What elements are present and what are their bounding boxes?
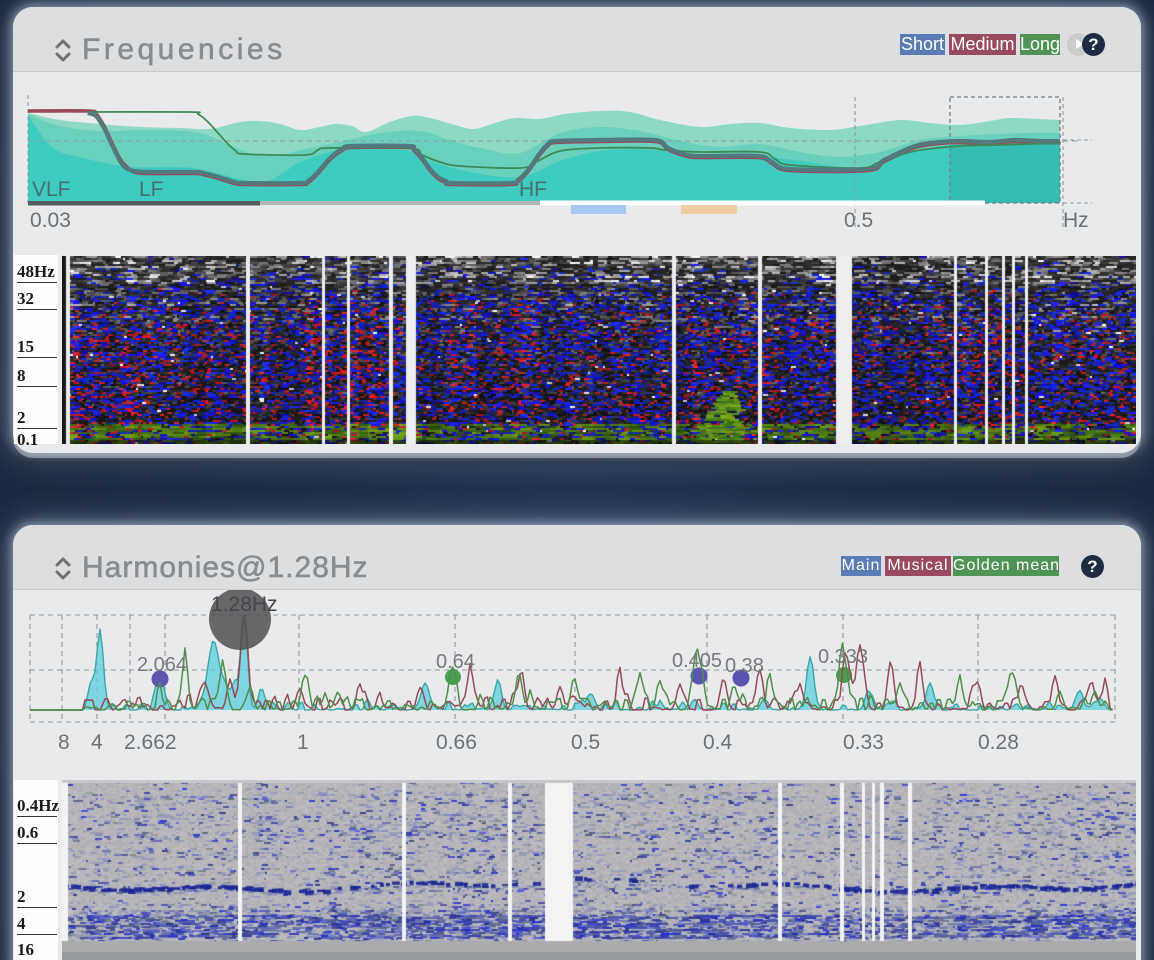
svg-text:2.662: 2.662 — [124, 731, 177, 754]
svg-text:0.5: 0.5 — [571, 731, 600, 754]
svg-text:0.333: 0.333 — [818, 646, 868, 668]
svg-text:HF: HF — [519, 178, 547, 201]
svg-text:VLF: VLF — [32, 178, 71, 201]
svg-text:0.03: 0.03 — [30, 209, 71, 232]
svg-text:0.28: 0.28 — [978, 731, 1019, 754]
svg-text:1.28Hz: 1.28Hz — [211, 593, 278, 616]
svg-text:0.5: 0.5 — [844, 209, 873, 232]
svg-text:LF: LF — [139, 178, 164, 201]
svg-text:4: 4 — [91, 731, 103, 754]
svg-text:Hz: Hz — [1063, 209, 1089, 232]
svg-text:2.064: 2.064 — [137, 654, 187, 676]
svg-text:0.33: 0.33 — [843, 731, 884, 754]
svg-text:8: 8 — [58, 731, 70, 754]
svg-text:0.405: 0.405 — [672, 650, 722, 672]
svg-text:0.38: 0.38 — [725, 655, 764, 677]
svg-text:0.4: 0.4 — [703, 731, 733, 754]
svg-text:0.64: 0.64 — [436, 651, 475, 673]
svg-text:0.66: 0.66 — [436, 731, 477, 754]
svg-text:1: 1 — [297, 731, 309, 754]
